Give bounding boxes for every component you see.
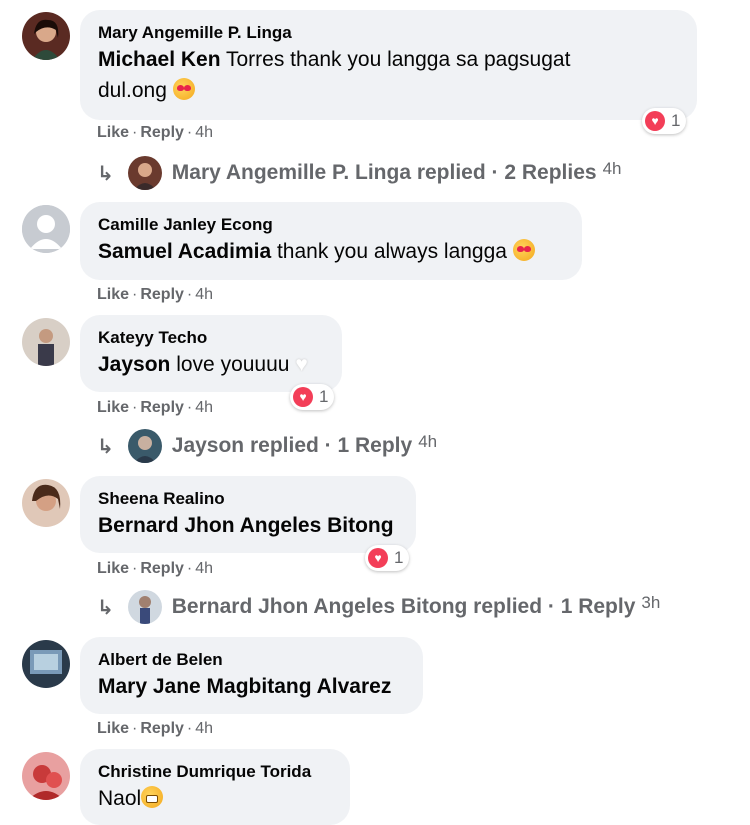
replies-label: Jayson replied · 1 Reply <box>171 434 413 457</box>
comment-bubble: Kateyy Techo Jayson love youuuu ♥ <box>80 315 342 392</box>
comment-text-body: love youuuu <box>170 353 290 376</box>
reply-arrow-icon: ↳ <box>97 162 114 185</box>
smiling-face-with-hearts-icon <box>172 78 195 100</box>
timestamp[interactable]: 4h <box>195 399 213 416</box>
comment-text-body: dul.ong <box>98 79 167 102</box>
comment-bubble: Christine Dumrique Torida Naol <box>80 749 350 825</box>
comment-bubble: Albert de Belen Mary Jane Magbitang Alva… <box>80 637 423 714</box>
mention-link[interactable]: Mary Jane Magbitang Alvarez <box>98 675 391 698</box>
reply-arrow-icon: ↳ <box>97 596 114 619</box>
timestamp[interactable]: 4h <box>195 124 213 141</box>
grinning-face-icon <box>141 786 164 808</box>
reply-button[interactable]: Reply <box>140 399 184 416</box>
heart-reaction-icon: ♥ <box>293 387 313 407</box>
reply-button[interactable]: Reply <box>140 124 184 141</box>
avatar[interactable] <box>22 318 70 366</box>
avatar <box>127 429 162 463</box>
comment-text: Naol <box>98 783 332 814</box>
timestamp[interactable]: 4h <box>195 560 213 577</box>
comment-text: Michael Ken Torres thank you langga sa p… <box>98 44 679 106</box>
heart-reaction-icon: ♥ <box>645 111 665 131</box>
comment-actions: Like · Reply · 4h <box>97 124 214 141</box>
comment-text: Mary Jane Magbitang Alvarez <box>98 671 405 702</box>
comment-text-body: thank you always langga <box>271 240 507 263</box>
timestamp: 4h <box>602 159 622 178</box>
like-button[interactable]: Like <box>97 720 129 737</box>
reaction-count-label: 1 <box>671 111 681 130</box>
mention-link[interactable]: Bernard Jhon Angeles Bitong <box>98 514 394 537</box>
reaction-count-label: 1 <box>319 387 329 406</box>
like-button[interactable]: Like <box>97 124 129 141</box>
comment-actions: Like · Reply · 4h <box>97 720 214 737</box>
avatar[interactable] <box>22 12 70 60</box>
comment-text-body: Torres thank you langga sa pagsugat <box>220 48 571 71</box>
avatar[interactable] <box>22 640 70 688</box>
comment-author[interactable]: Camille Janley Econg <box>98 214 564 236</box>
reaction-count[interactable]: ♥ 1 <box>642 108 687 134</box>
smiling-face-with-hearts-icon <box>512 239 535 261</box>
comment-bubble: Mary Angemille P. Linga Michael Ken Torr… <box>80 10 697 120</box>
comment-author[interactable]: Sheena Realino <box>98 488 398 510</box>
reply-button[interactable]: Reply <box>140 560 184 577</box>
replies-label: Mary Angemille P. Linga replied · 2 Repl… <box>171 161 597 184</box>
reply-button[interactable]: Reply <box>140 720 184 737</box>
mention-link[interactable]: Samuel Acadimia <box>98 240 271 263</box>
white-heart-icon: ♥ <box>295 353 308 376</box>
like-button[interactable]: Like <box>97 560 129 577</box>
timestamp: 3h <box>641 593 661 612</box>
view-replies-link[interactable]: ↳ Mary Angemille P. Linga replied · 2 Re… <box>97 156 622 190</box>
mention-link[interactable]: Michael Ken <box>98 48 221 71</box>
comment-author[interactable]: Mary Angemille P. Linga <box>98 22 679 44</box>
comment-author[interactable]: Christine Dumrique Torida <box>98 761 332 783</box>
view-replies-link[interactable]: ↳ Bernard Jhon Angeles Bitong replied · … <box>97 590 660 624</box>
comment-actions: Like · Reply · 4h <box>97 399 214 416</box>
mention-link[interactable]: Jayson <box>98 353 170 376</box>
comment-author[interactable]: Kateyy Techo <box>98 327 324 349</box>
timestamp: 4h <box>418 432 438 451</box>
timestamp[interactable]: 4h <box>195 720 213 737</box>
replies-label: Bernard Jhon Angeles Bitong replied · 1 … <box>171 595 636 618</box>
heart-reaction-icon: ♥ <box>368 548 388 568</box>
reply-arrow-icon: ↳ <box>97 435 114 458</box>
comment-text-body: Naol <box>98 787 142 810</box>
avatar <box>127 590 162 624</box>
view-replies-link[interactable]: ↳ Jayson replied · 1 Reply 4h <box>97 429 437 463</box>
comment-text: Bernard Jhon Angeles Bitong <box>98 510 398 541</box>
like-button[interactable]: Like <box>97 399 129 416</box>
reply-button[interactable]: Reply <box>140 286 184 303</box>
reaction-count[interactable]: ♥ 1 <box>290 384 335 410</box>
comment-bubble: Camille Janley Econg Samuel Acadimia tha… <box>80 202 582 280</box>
avatar[interactable] <box>22 479 70 527</box>
like-button[interactable]: Like <box>97 286 129 303</box>
comment-text: Jayson love youuuu ♥ <box>98 349 324 380</box>
comment-bubble: Sheena Realino Bernard Jhon Angeles Bito… <box>80 476 416 553</box>
comment-actions: Like · Reply · 4h <box>97 560 214 577</box>
comment-actions: Like · Reply · 4h <box>97 286 214 303</box>
avatar[interactable] <box>22 205 70 253</box>
avatar <box>127 156 162 190</box>
comment-author[interactable]: Albert de Belen <box>98 649 405 671</box>
reaction-count[interactable]: ♥ 1 <box>365 545 410 571</box>
avatar[interactable] <box>22 752 70 800</box>
comment-text: Samuel Acadimia thank you always langga <box>98 236 564 267</box>
reaction-count-label: 1 <box>394 548 404 567</box>
timestamp[interactable]: 4h <box>195 286 213 303</box>
